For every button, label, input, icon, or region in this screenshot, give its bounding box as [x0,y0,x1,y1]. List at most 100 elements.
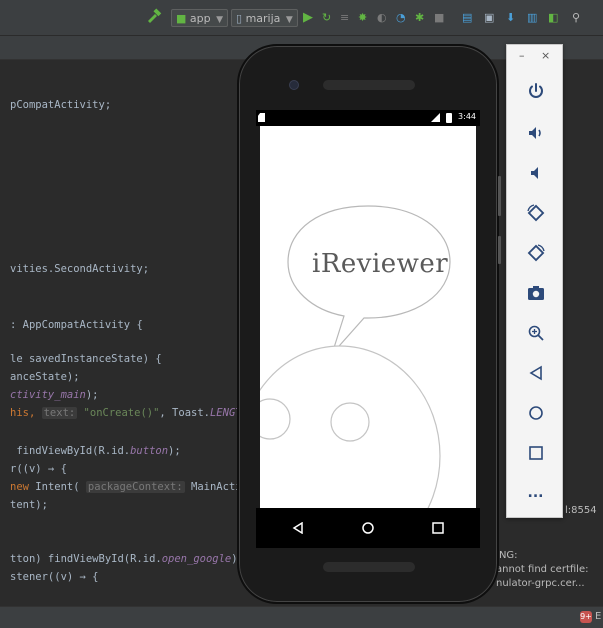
profile-icon[interactable]: ◐ [377,9,387,27]
power-button[interactable] [507,71,564,111]
bottom-speaker [323,562,415,572]
code-token: tton) findViewById(R.id. [10,553,162,565]
code-line[interactable]: stener((v) → { [10,570,99,584]
volume-down-button[interactable] [507,153,564,193]
log-line: annot find certfile: [496,564,589,575]
app-screen[interactable]: iReviewer [260,126,476,508]
home-icon [528,406,543,420]
overview-icon [528,446,543,460]
layout-inspector-icon[interactable]: ◧ [548,9,558,27]
back-icon [528,365,542,381]
code-token: , Toast. [159,407,210,419]
code-token: anceState); [10,371,80,383]
code-token: vities.SecondActivity; [10,263,150,275]
volume-rocker [498,176,501,216]
code-token: ctivity_main [10,389,86,401]
android-icon: ■ [176,12,187,25]
zoom-icon [528,325,544,341]
power-key [498,236,501,264]
volume-up-button[interactable] [507,113,564,153]
minimize-button[interactable]: – [519,49,525,62]
zoom-button[interactable] [507,313,564,353]
apply-code-icon[interactable]: ≡ [340,9,349,27]
more-button[interactable]: ... [507,473,564,513]
code-line[interactable]: pCompatActivity; [10,98,111,112]
code-token: AppCompatActivity { [22,319,143,331]
stop-icon[interactable]: ■ [434,9,444,27]
event-log-panel: ING: annot find certfile: nulator-grpc.c… [488,540,603,606]
earpiece-speaker [323,80,415,90]
device-icon: ▯ [236,12,243,25]
project-structure-icon[interactable]: ▥ [527,9,537,27]
home-icon[interactable] [348,508,388,548]
phone-status-bar: 3:44 [256,110,480,126]
emulator-side-panel: – × ... [506,44,563,518]
code-line[interactable]: ctivity_main); [10,388,99,402]
code-token: new [10,481,36,493]
ide-status-bar: 9+ E [0,606,603,628]
code-token: open_google [161,553,232,565]
code-line[interactable]: anceState); [10,370,80,384]
close-button[interactable]: × [541,49,550,62]
device-label: marija [245,12,281,25]
phone-clock: 3:44 [458,112,476,121]
code-line[interactable]: : AppCompatActivity { [10,318,143,332]
parameter-hint: packageContext: [85,481,185,493]
rotate-left-button[interactable] [507,193,564,233]
rotate-right-button[interactable] [507,233,564,273]
code-token: Intent( [35,481,86,493]
code-token: stener((v) → { [10,571,99,583]
sync-project-icon[interactable]: ▤ [462,9,472,27]
code-token: pCompatActivity; [10,99,112,111]
overview-button[interactable] [507,433,564,473]
camera-icon [527,286,544,300]
code-line[interactable]: r((v) → { [10,462,67,476]
emulator-device-frame: 3:44 iReviewer [237,44,501,604]
profiler-icon[interactable]: ◔ [396,9,406,27]
code-line[interactable]: tton) findViewById(R.id.open_google) [10,552,238,566]
code-line[interactable]: le savedInstanceState) { [10,352,162,366]
sim-card-icon [258,113,265,122]
back-icon[interactable] [278,508,318,548]
avd-manager-icon[interactable]: ▣ [484,9,494,27]
event-log-label[interactable]: E [595,611,601,622]
app-logo-text: iReviewer [312,249,449,279]
rotate-right-icon [527,244,545,262]
search-icon[interactable]: ⚲ [572,9,580,27]
code-token: r((v) → { [10,463,67,475]
front-camera [289,80,299,90]
code-line[interactable]: findViewById(R.id.button); [10,444,181,458]
code-line[interactable]: tent); [10,498,48,512]
chevron-down-icon: ▼ [216,15,224,25]
code-token: le savedInstanceState) { [10,353,162,365]
rotate-left-icon [526,204,544,222]
code-line[interactable]: vities.SecondActivity; [10,262,149,276]
overview-icon[interactable] [418,508,458,548]
apply-changes-icon[interactable]: ↻ [322,9,331,27]
code-token: his, [10,407,42,419]
phone-nav-bar [256,508,480,548]
screenshot-button[interactable] [507,273,564,313]
device-select[interactable]: ▯ marija ▼ [231,9,298,27]
back-button[interactable] [507,353,564,393]
chevron-down-icon: ▼ [285,15,293,25]
ireviewer-logo-illustration [260,205,451,508]
ide-toolbar: ■ app ▼ ▯ marija ▼ ▶ ↻ ≡ ✸ ◐ ◔ ✱ ■ ▤ ▣ ⬇… [0,0,603,36]
parameter-hint: text: [41,407,78,419]
home-button[interactable] [507,393,564,433]
code-line[interactable]: his, text: "onCreate()", Toast.LENGTH [10,406,248,420]
emulator-port-text: l:8554 [565,505,597,516]
code-token: button [130,445,169,457]
debug-icon[interactable]: ✸ [358,9,367,27]
sdk-manager-icon[interactable]: ⬇ [506,9,515,27]
more-icon: ... [527,485,544,501]
attach-debugger-icon[interactable]: ✱ [415,9,424,27]
hammer-icon[interactable] [146,8,162,26]
code-line[interactable]: new Intent( packageContext: MainActivi [10,480,254,494]
power-icon [528,83,543,98]
event-log-badge[interactable]: 9+ [580,611,592,623]
code-token: ); [168,445,181,457]
run-config-select[interactable]: ■ app ▼ [171,9,229,27]
run-icon[interactable]: ▶ [303,9,313,27]
log-line: ING: [496,550,518,561]
